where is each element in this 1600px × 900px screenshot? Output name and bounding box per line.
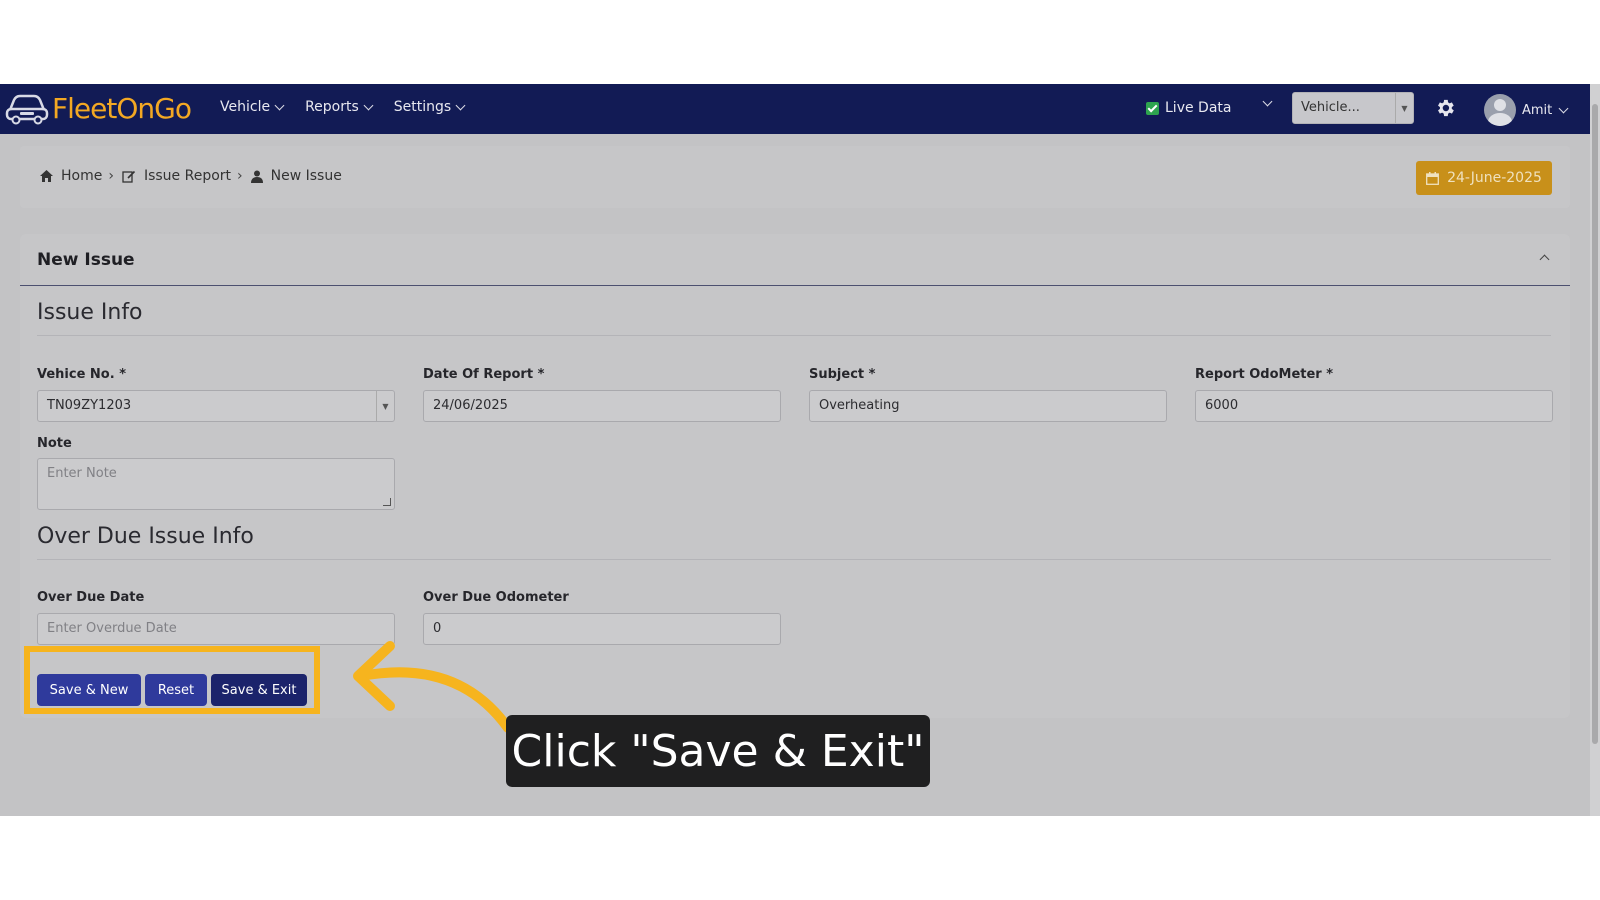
date-of-report-input[interactable]: 24/06/2025 <box>423 390 781 422</box>
over-due-odometer-label: Over Due Odometer <box>423 590 569 605</box>
car-icon <box>5 94 49 125</box>
section-title-issue-info: Issue Info <box>37 300 143 325</box>
instruction-callout: Click "Save & Exit" <box>506 715 930 787</box>
report-odometer-value: 6000 <box>1205 398 1239 413</box>
date-of-report-label: Date Of Report * <box>423 367 545 382</box>
subject-label: Subject * <box>809 367 876 382</box>
section-divider <box>37 335 1551 336</box>
resize-handle-icon[interactable] <box>383 498 391 506</box>
chevron-down-icon <box>363 100 374 110</box>
chevron-down-icon[interactable] <box>1262 96 1273 107</box>
nav-item-reports[interactable]: Reports <box>305 99 374 115</box>
instruction-callout-text: Click "Save & Exit" <box>511 725 925 777</box>
dropdown-arrow-icon[interactable]: ▼ <box>376 391 394 421</box>
dropdown-arrow-icon[interactable]: ▼ <box>1395 93 1413 123</box>
note-placeholder: Enter Note <box>47 466 117 481</box>
logo-text-fleet: Fleet <box>52 91 117 125</box>
vehicle-no-label: Vehice No. * <box>37 367 127 382</box>
vehicle-no-select[interactable]: TN09ZY1203 ▼ <box>37 390 395 422</box>
breadcrumb-new-issue-label: New Issue <box>270 168 342 184</box>
section-divider <box>37 559 1551 560</box>
report-odometer-input[interactable]: 6000 <box>1195 390 1553 422</box>
pointer-arrow-icon <box>353 641 513 733</box>
page-scrollbar[interactable] <box>1590 84 1600 816</box>
card-header: New Issue <box>20 234 1570 286</box>
vehicle-select-value: Vehicle... <box>1301 100 1360 115</box>
user-name: Amit <box>1522 102 1553 118</box>
home-icon <box>40 170 53 182</box>
vehicle-select[interactable]: Vehicle... ▼ <box>1292 92 1414 124</box>
card-title: New Issue <box>37 250 135 270</box>
nav-item-label: Settings <box>393 99 452 115</box>
highlight-box <box>24 646 320 714</box>
over-due-date-input[interactable]: Enter Overdue Date <box>37 613 395 645</box>
live-data-checkbox[interactable] <box>1146 101 1159 115</box>
breadcrumb-separator: › <box>237 168 243 184</box>
vehicle-no-value: TN09ZY1203 <box>47 398 132 413</box>
date-badge[interactable]: 24-June-2025 <box>1416 161 1552 195</box>
chevron-up-icon[interactable] <box>1539 254 1550 265</box>
over-due-date-placeholder: Enter Overdue Date <box>47 621 177 636</box>
date-of-report-value: 24/06/2025 <box>433 398 508 413</box>
live-data-toggle[interactable]: Live Data <box>1146 100 1231 116</box>
breadcrumb-separator: › <box>108 168 114 184</box>
chevron-down-icon <box>455 100 466 110</box>
gear-icon[interactable] <box>1434 97 1456 119</box>
breadcrumb-new-issue: New Issue <box>250 168 342 184</box>
section-title-over-due: Over Due Issue Info <box>37 524 254 549</box>
chevron-down-icon <box>1558 103 1569 113</box>
subject-input[interactable]: Overheating <box>809 390 1167 422</box>
note-label: Note <box>37 436 72 451</box>
over-due-odometer-value: 0 <box>433 621 442 636</box>
logo[interactable]: FleetOnGo <box>4 90 192 126</box>
over-due-date-label: Over Due Date <box>37 590 145 605</box>
date-badge-text: 24-June-2025 <box>1447 170 1542 186</box>
nav-item-label: Reports <box>305 99 359 115</box>
breadcrumb-home-label: Home <box>61 168 103 184</box>
nav-item-label: Vehicle <box>220 99 271 115</box>
calendar-icon <box>1426 171 1440 185</box>
avatar <box>1484 94 1516 126</box>
user-menu[interactable]: Amit <box>1484 94 1569 126</box>
scrollbar-thumb[interactable] <box>1592 104 1598 744</box>
logo-text-go: Go <box>154 91 192 125</box>
nav-item-vehicle[interactable]: Vehicle <box>220 99 285 115</box>
breadcrumb-home[interactable]: Home <box>40 168 102 184</box>
user-icon <box>250 170 263 183</box>
note-textarea[interactable]: Enter Note <box>37 458 395 510</box>
logo-text-on: On <box>116 91 155 125</box>
report-odometer-label: Report OdoMeter * <box>1195 367 1334 382</box>
chevron-down-icon <box>274 100 285 110</box>
logo-text: FleetOnGo <box>52 91 192 125</box>
breadcrumb-issue-report-label: Issue Report <box>143 168 232 184</box>
subject-value: Overheating <box>819 398 900 413</box>
live-data-label: Live Data <box>1165 100 1232 116</box>
edit-icon <box>122 170 136 183</box>
nav-item-settings[interactable]: Settings <box>393 99 466 115</box>
breadcrumb-bar: Home › Issue Report › New Issue 24-June-… <box>20 146 1570 208</box>
breadcrumb: Home › Issue Report › New Issue <box>40 168 342 184</box>
nav-menu: Vehicle Reports Settings <box>220 99 466 115</box>
breadcrumb-issue-report[interactable]: Issue Report <box>122 168 231 184</box>
top-navbar: FleetOnGo Vehicle Reports Settings Live … <box>0 84 1590 134</box>
